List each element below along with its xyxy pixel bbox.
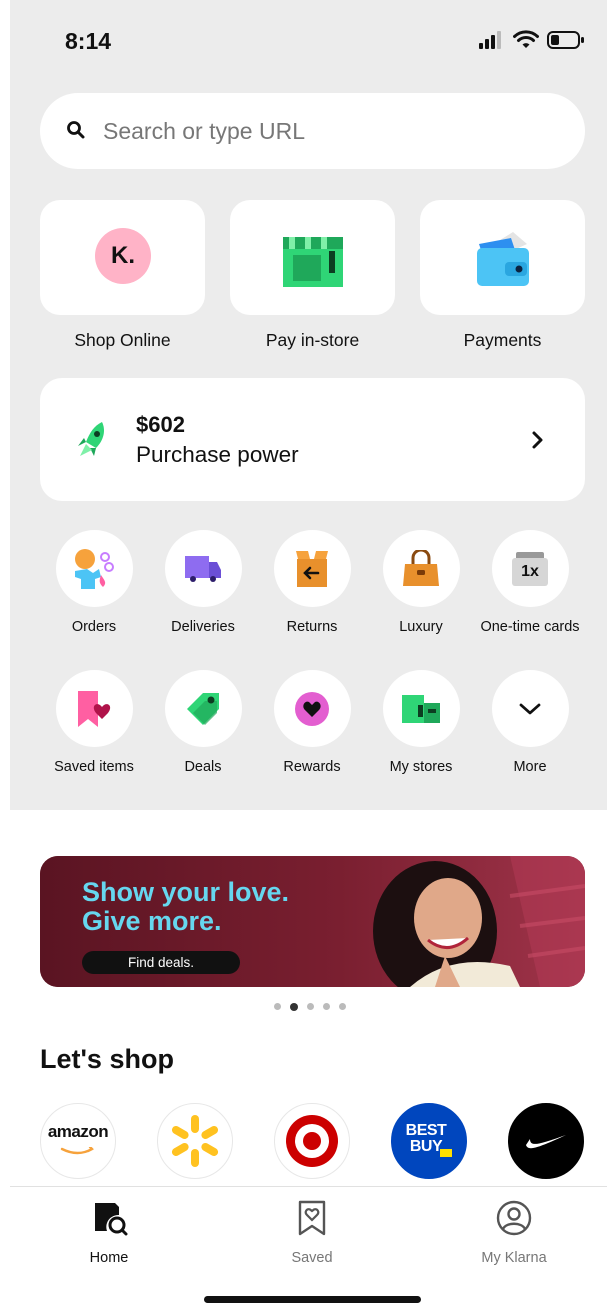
brand-amazon[interactable]: amazon <box>40 1103 116 1179</box>
carousel-indicator <box>274 1002 346 1011</box>
tab-saved[interactable]: Saved <box>252 1199 372 1266</box>
wifi-icon <box>513 30 539 48</box>
shop-online-label: Shop Online <box>74 330 171 350</box>
pay-in-store-tile[interactable] <box>230 200 395 315</box>
brand-walmart[interactable] <box>157 1103 233 1179</box>
battery-icon <box>547 31 584 49</box>
chevron-right-icon <box>532 431 543 449</box>
quick-action-deals[interactable]: Deals <box>149 670 257 776</box>
promo-banner[interactable]: Show your love. Give more. Find deals. <box>40 856 585 987</box>
status-time: 8:14 <box>65 28 112 54</box>
wallet-icon <box>477 232 529 286</box>
storefront-icon <box>283 237 343 287</box>
quick-action-deliveries-label: Deliveries <box>171 619 235 635</box>
quick-action-deals-label: Deals <box>184 759 222 775</box>
quick-action-returns-label: Returns <box>286 619 338 635</box>
one-time-card-icon: 1x <box>491 530 569 607</box>
chevron-down-icon <box>519 703 541 714</box>
pay-in-store-label: Pay in-store <box>265 330 360 350</box>
home-indicator <box>204 1296 421 1303</box>
rewards-heart-icon <box>295 691 329 726</box>
carousel-dot[interactable] <box>323 1003 330 1010</box>
quick-action-rewards[interactable]: Rewards <box>258 670 366 776</box>
quick-action-luxury-label: Luxury <box>399 619 443 635</box>
my-stores-icon <box>402 694 440 723</box>
tab-my-klarna-label: My Klarna <box>481 1250 547 1266</box>
tab-home[interactable]: Home <box>49 1199 169 1266</box>
saved-items-icon <box>78 690 111 727</box>
quick-action-one-time-cards-label: One-time cards <box>480 619 580 635</box>
banner-headline: Show your love. Give more. <box>82 877 290 936</box>
tab-saved-label: Saved <box>291 1250 333 1266</box>
saved-heart-icon <box>298 1200 326 1236</box>
find-deals-button[interactable]: Find deals. <box>82 951 240 974</box>
quick-action-my-stores[interactable]: My stores <box>367 670 475 776</box>
quick-action-my-stores-label: My stores <box>389 759 453 775</box>
klarna-logo-icon: K. <box>95 228 151 284</box>
search-input[interactable]: Search or type URL <box>103 118 305 145</box>
return-box-icon <box>296 550 328 587</box>
nike-swoosh-icon <box>526 1135 566 1149</box>
quick-action-rewards-label: Rewards <box>283 759 341 775</box>
delivery-truck-icon <box>185 555 221 582</box>
bottom-tab-bar: Home Saved My Klarna <box>10 1186 607 1310</box>
quick-action-saved-items-label: Saved items <box>54 759 134 775</box>
purchase-power-amount: $602 <box>136 412 185 437</box>
tab-my-klarna[interactable]: My Klarna <box>454 1199 574 1266</box>
quick-action-orders[interactable]: Orders <box>40 530 148 636</box>
brand-best-buy[interactable]: BEST BUY <box>391 1103 467 1179</box>
rocket-icon <box>78 422 104 456</box>
luxury-bag-icon <box>403 549 439 586</box>
quick-action-one-time-cards[interactable]: 1x One-time cards <box>476 530 584 636</box>
quick-action-more[interactable]: More <box>476 670 584 776</box>
home-search-icon <box>95 1203 128 1236</box>
deals-tag-icon <box>187 692 219 725</box>
carousel-dot[interactable] <box>274 1003 281 1010</box>
carousel-dot[interactable] <box>339 1003 346 1010</box>
status-icons <box>479 30 585 50</box>
payments-label: Payments <box>463 330 542 350</box>
search-icon <box>67 121 85 139</box>
lets-shop-title: Let's shop <box>40 1044 174 1074</box>
quick-action-deliveries[interactable]: Deliveries <box>149 530 257 636</box>
shop-online-tile[interactable]: K. <box>40 200 205 315</box>
purchase-power-card[interactable]: $602 Purchase power <box>40 378 585 501</box>
profile-icon <box>496 1200 532 1236</box>
search-bar[interactable]: Search or type URL <box>40 93 585 169</box>
status-bar: 8:14 <box>0 0 607 84</box>
carousel-dot-active[interactable] <box>290 1002 298 1011</box>
quick-action-saved-items[interactable]: Saved items <box>40 670 148 776</box>
carousel-dot[interactable] <box>307 1003 314 1010</box>
cellular-signal-icon <box>479 31 501 49</box>
quick-action-orders-label: Orders <box>71 619 117 635</box>
brand-target[interactable] <box>274 1103 350 1179</box>
purchase-power-label: Purchase power <box>136 442 299 467</box>
quick-action-returns[interactable]: Returns <box>258 530 366 636</box>
quick-action-luxury[interactable]: Luxury <box>367 530 475 636</box>
orders-icon <box>75 548 114 589</box>
brand-nike[interactable] <box>508 1103 584 1179</box>
target-logo-icon <box>286 1115 338 1167</box>
amazon-logo-icon: amazon <box>48 1122 109 1160</box>
quick-action-more-label: More <box>513 759 547 775</box>
best-buy-logo-icon: BEST BUY <box>404 1123 454 1159</box>
tab-home-label: Home <box>89 1250 129 1266</box>
payments-tile[interactable] <box>420 200 585 315</box>
walmart-spark-icon <box>171 1115 219 1167</box>
